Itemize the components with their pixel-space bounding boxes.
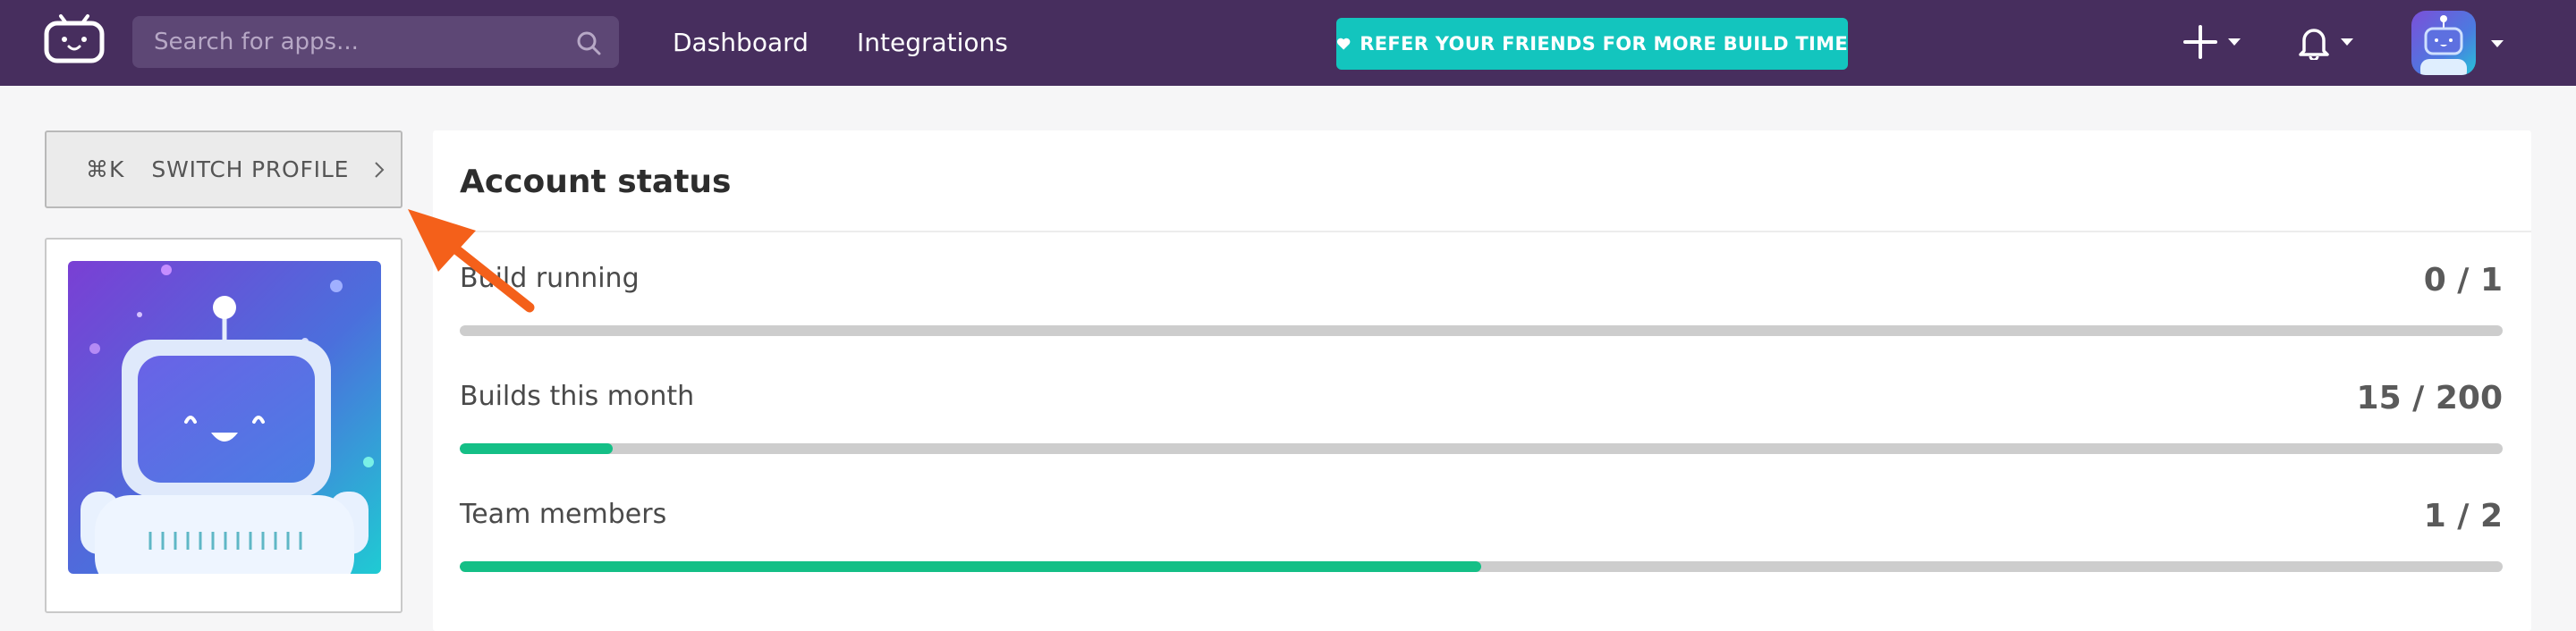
nav-integrations[interactable]: Integrations — [857, 27, 1008, 59]
app-search — [132, 16, 619, 68]
progress-fill — [460, 443, 614, 454]
chevron-down-icon — [2228, 38, 2241, 46]
keyboard-shortcut: ⌘K — [86, 156, 125, 182]
bitrise-robot-logo-icon[interactable] — [43, 13, 106, 64]
progress-track — [460, 325, 2503, 336]
stat-label: Team members — [460, 499, 667, 530]
plus-icon — [2183, 25, 2217, 59]
refer-text: REFER YOUR FRIENDS FOR MORE BUILD TIME — [1360, 33, 1848, 55]
progress-track — [460, 561, 2503, 572]
search-icon[interactable] — [576, 30, 601, 55]
switch-profile-button[interactable]: ⌘K SWITCH PROFILE — [45, 130, 402, 208]
chevron-right-icon — [375, 161, 385, 178]
stat-value: 1 / 2 — [2423, 498, 2503, 534]
stat-row-builds-this-month: Builds this month 15 / 200 — [460, 379, 2503, 468]
refer-highlight: MORE BUILD TIME — [1653, 33, 1848, 55]
search-input[interactable] — [154, 16, 574, 68]
add-menu[interactable] — [2182, 21, 2241, 63]
stat-value: 15 / 200 — [2356, 380, 2503, 416]
avatar — [2411, 11, 2476, 75]
stat-value: 0 / 1 — [2423, 262, 2503, 299]
robot-avatar-icon — [2420, 15, 2467, 75]
annotation-arrow-icon — [408, 209, 535, 313]
profile-card — [45, 238, 402, 613]
chevron-down-icon — [2491, 40, 2504, 47]
account-status-card: Account status Build running 0 / 1 Build… — [433, 130, 2531, 631]
robot-illustration-icon — [68, 261, 381, 574]
stat-row-team-members: Team members 1 / 2 — [460, 497, 2503, 586]
progress-track — [460, 443, 2503, 454]
bell-icon — [2299, 29, 2329, 60]
chevron-down-icon — [2341, 38, 2353, 46]
progress-fill — [460, 561, 1481, 572]
nav-dashboard[interactable]: Dashboard — [673, 27, 809, 59]
heart-icon — [1336, 38, 1351, 50]
top-navigation-bar: Dashboard Integrations REFER YOUR FRIEND… — [0, 0, 2576, 86]
switch-profile-label: SWITCH PROFILE — [151, 156, 350, 182]
stat-label: Builds this month — [460, 381, 695, 412]
user-menu[interactable] — [2411, 11, 2504, 77]
profile-robot-image — [68, 261, 381, 574]
notifications-menu[interactable] — [2297, 21, 2354, 63]
refer-friends-button[interactable]: REFER YOUR FRIENDS FOR MORE BUILD TIME — [1336, 18, 1848, 70]
divider — [433, 231, 2531, 232]
stat-row-build-running: Build running 0 / 1 — [460, 261, 2503, 350]
